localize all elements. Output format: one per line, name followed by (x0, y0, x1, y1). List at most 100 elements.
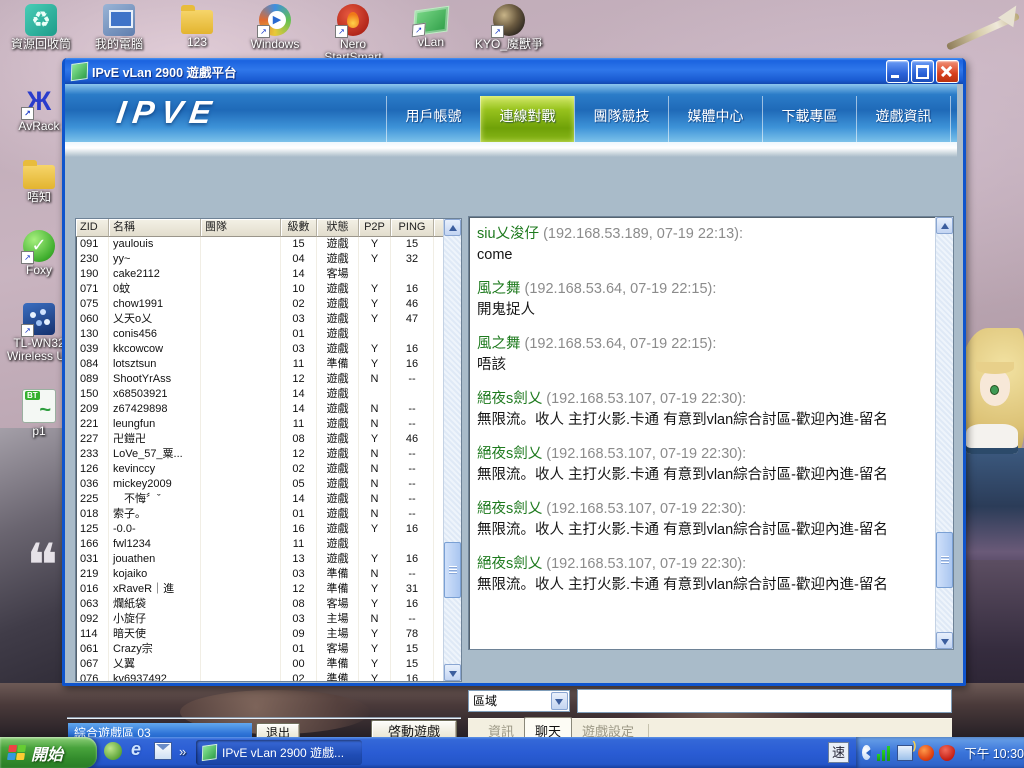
desktop-icon-vlan[interactable]: ↗vLan (392, 4, 470, 64)
pps-icon[interactable] (918, 745, 934, 761)
desktop-icon-media[interactable]: ↗Windows (236, 4, 314, 64)
column-header[interactable]: 級數 (281, 219, 317, 237)
scroll-up-icon[interactable] (444, 219, 461, 236)
table-row[interactable]: 089ShootYrAss12遊戲N-- (76, 372, 444, 387)
nav-tab-battle[interactable]: 連線對戰 (480, 96, 574, 142)
table-cell: 12 (281, 372, 317, 387)
nav-tab-media[interactable]: 媒體中心 (668, 96, 762, 142)
table-cell (201, 417, 281, 432)
table-row[interactable]: 061Crazy宗01客場Y15 (76, 642, 444, 657)
table-row[interactable]: 076kv693749202準備Y16 (76, 672, 444, 681)
nav-tab-gameinfo[interactable]: 遊戲資訊 (856, 96, 951, 142)
chevron-down-icon[interactable] (551, 692, 568, 710)
msn-icon[interactable] (104, 742, 122, 760)
ie-icon[interactable] (129, 742, 147, 760)
column-header[interactable]: ZID (76, 219, 109, 237)
table-cell: 225 (76, 492, 109, 507)
column-header[interactable]: PING (391, 219, 434, 237)
table-cell: 13 (281, 552, 317, 567)
table-row[interactable]: 227卍鎧卍08遊戲Y46 (76, 432, 444, 447)
oe-icon[interactable] (154, 742, 172, 760)
table-cell: 乂天o乂 (109, 312, 201, 327)
table-scrollbar[interactable] (443, 219, 461, 681)
table-row[interactable]: 063爛紙袋08客場Y16 (76, 597, 444, 612)
table-cell: 遊戲 (317, 432, 359, 447)
table-row[interactable]: 084lotsztsun11準備Y16 (76, 357, 444, 372)
table-row[interactable]: 130conis45601遊戲 (76, 327, 444, 342)
minimize-button[interactable] (886, 60, 909, 83)
channel-select[interactable]: 區域 (468, 690, 570, 712)
table-header-row: ZID名稱團隊級數狀態P2PPING (76, 219, 461, 237)
table-cell: 遊戲 (317, 447, 359, 462)
table-row[interactable]: 150x6850392114遊戲 (76, 387, 444, 402)
net-icon[interactable] (897, 745, 913, 761)
table-row[interactable]: 031jouathen13遊戲Y16 (76, 552, 444, 567)
column-header[interactable]: 團隊 (201, 219, 281, 237)
column-header[interactable]: P2P (359, 219, 391, 237)
table-row[interactable]: 075chow199102遊戲Y46 (76, 297, 444, 312)
column-header[interactable]: 名稱 (109, 219, 201, 237)
scroll-down-icon[interactable] (444, 664, 461, 681)
scroll-up-icon[interactable] (936, 217, 953, 234)
chat-message-header: 絕夜s劍乂 (192.168.53.107, 07-19 22:30): (477, 554, 932, 575)
signal-icon[interactable] (876, 745, 892, 761)
avrack-icon: ↗ (23, 86, 55, 118)
desktop-icon-folder[interactable]: 123 (158, 4, 236, 64)
table-row[interactable]: 126kevinccy02遊戲N-- (76, 462, 444, 477)
table-cell (391, 267, 434, 282)
table-row[interactable]: 018索子。01遊戲N-- (76, 507, 444, 522)
table-row[interactable]: 016xRaveR｜進12準備Y31 (76, 582, 444, 597)
table-cell (359, 387, 391, 402)
chat-scrollbar[interactable] (935, 217, 953, 649)
table-row[interactable]: 221leungfun11遊戲N-- (76, 417, 444, 432)
close-button[interactable] (936, 60, 959, 83)
shield-icon[interactable] (939, 745, 955, 761)
scroll-thumb[interactable] (444, 542, 461, 598)
scroll-thumb[interactable] (936, 532, 953, 588)
table-row[interactable]: 225 不悔〞ˇ14遊戲N-- (76, 492, 444, 507)
table-cell: 主場 (317, 612, 359, 627)
table-row[interactable]: 233LoVe_57_粟...12遊戲N-- (76, 447, 444, 462)
column-header[interactable]: 狀態 (317, 219, 359, 237)
quick-launch-overflow-chevron[interactable]: » (179, 744, 186, 759)
nav-tab-download[interactable]: 下載專區 (762, 96, 856, 142)
table-cell: 12 (281, 447, 317, 462)
table-cell: 客場 (317, 267, 359, 282)
chat-input[interactable] (577, 689, 952, 713)
tray-collapse-icon[interactable] (862, 745, 871, 760)
table-row[interactable]: 060乂天o乂03遊戲Y47 (76, 312, 444, 327)
ime-indicator[interactable]: 速 (828, 742, 849, 763)
table-row[interactable]: 091yaulouis15遊戲Y15 (76, 237, 444, 252)
wifi-icon: ↗ (23, 303, 55, 335)
nav-tab-team[interactable]: 團隊競技 (574, 96, 668, 142)
table-cell: 遊戲 (317, 477, 359, 492)
table-row[interactable]: 067乂翼00準備Y15 (76, 657, 444, 672)
maximize-button[interactable] (911, 60, 934, 83)
table-row[interactable]: 036mickey200905遊戲N-- (76, 477, 444, 492)
start-button[interactable]: 開始 (0, 737, 97, 768)
desktop-icon-kyo[interactable]: ↗KYO_魔獸爭 (470, 4, 548, 64)
table-row[interactable]: 219kojaiko03準備N-- (76, 567, 444, 582)
table-cell: x68503921 (109, 387, 201, 402)
desktop-icon-nero[interactable]: ↗Nero StartSmart (314, 4, 392, 64)
table-row[interactable]: 125-0.0-16遊戲Y16 (76, 522, 444, 537)
table-cell: 15 (391, 237, 434, 252)
nav-tab-account[interactable]: 用戶帳號 (386, 96, 480, 142)
table-cell: 01 (281, 642, 317, 657)
table-row[interactable]: 114暗天使09主場Y78 (76, 627, 444, 642)
scroll-down-icon[interactable] (936, 632, 953, 649)
table-row[interactable]: 0710蚊10遊戲Y16 (76, 282, 444, 297)
window-titlebar[interactable]: IPvE vLan 2900 遊戲平台 (65, 58, 963, 84)
table-row[interactable]: 190cake211214客場 (76, 267, 444, 282)
table-cell: kevinccy (109, 462, 201, 477)
table-cell: 遊戲 (317, 492, 359, 507)
table-row[interactable]: 166fwl123411遊戲 (76, 537, 444, 552)
table-row[interactable]: 039kkcowcow03遊戲Y16 (76, 342, 444, 357)
desktop-icon-recycle[interactable]: 資源回收筒 (2, 4, 80, 64)
desktop-icon-computer[interactable]: 我的電腦 (80, 4, 158, 64)
table-body: 091yaulouis15遊戲Y15230yy~04遊戲Y32190cake21… (76, 237, 444, 681)
table-row[interactable]: 092小旋仔03主場N-- (76, 612, 444, 627)
table-row[interactable]: 209z6742989814遊戲N-- (76, 402, 444, 417)
taskbar-window-button[interactable]: IPvE vLan 2900 遊戲... (196, 740, 362, 765)
table-row[interactable]: 230yy~04遊戲Y32 (76, 252, 444, 267)
